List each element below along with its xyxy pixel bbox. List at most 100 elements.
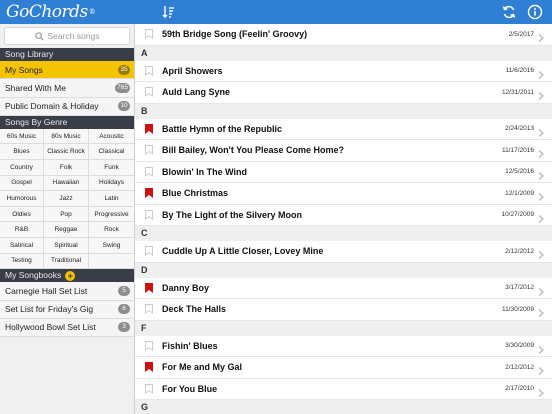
library-item[interactable]: Public Domain & Holiday 10 [0, 97, 134, 116]
library-item[interactable]: My Songs 35 [0, 61, 134, 80]
bookmark-outline-icon[interactable] [135, 383, 162, 394]
section-letter: C [135, 226, 552, 241]
song-title: Danny Boy [162, 282, 210, 293]
song-row[interactable]: Battle Hymn of the Republic 2/24/2013 [135, 119, 552, 140]
genre-cell[interactable]: Satirical [0, 238, 44, 254]
song-title: Fishin' Blues [162, 340, 218, 351]
genre-cell[interactable]: Progressive [89, 206, 134, 223]
app-logo: GoChords® [6, 2, 96, 22]
genre-cell[interactable]: Oldies [0, 206, 44, 223]
genre-cell[interactable]: 80s Music [44, 128, 89, 145]
genre-cell[interactable]: Acoustic [89, 128, 134, 145]
songbook-item[interactable]: Carnegie Hall Set List 5 [0, 282, 134, 301]
song-date: 2/12/2012 [505, 363, 534, 371]
song-row[interactable]: Bill Bailey, Won't You Please Come Home?… [135, 140, 552, 162]
song-row[interactable]: Blue Christmas 12/1/2009 [135, 183, 552, 205]
song-date: 2/12/2012 [505, 247, 534, 255]
songbook-item-label: Set List for Friday's Gig [5, 304, 94, 315]
genre-cell[interactable]: Hawaiian [44, 175, 89, 192]
bookmark-outline-icon[interactable] [135, 87, 162, 98]
genre-cell-empty [89, 253, 134, 270]
song-title: Deck The Halls [162, 304, 227, 315]
genre-cell[interactable]: Folk [44, 160, 89, 176]
library-item-label: Public Domain & Holiday [5, 101, 99, 112]
song-row[interactable]: 59th Bridge Song (Feelin' Groovy) 2/5/201… [135, 24, 552, 46]
chevron-right-icon [536, 211, 546, 223]
song-list: 59th Bridge Song (Feelin' Groovy) 2/5/201… [135, 24, 552, 414]
genre-cell[interactable]: Gospel [0, 175, 44, 192]
search-placeholder: Search songs [47, 31, 100, 41]
genre-cell[interactable]: Classic Rock [44, 144, 89, 161]
genre-cell[interactable]: Rock [89, 222, 134, 239]
song-row[interactable]: Blowin' In The Wind 12/5/2016 [135, 162, 552, 183]
songbooks-list: Carnegie Hall Set List 5 Set List for Frid… [0, 282, 134, 338]
bookmark-filled-icon[interactable] [135, 123, 162, 134]
genre-cell[interactable]: Jazz [44, 191, 89, 207]
genre-cell[interactable]: 60s Music [0, 128, 44, 145]
bookmark-filled-icon[interactable] [135, 282, 162, 293]
bookmark-outline-icon[interactable] [135, 145, 162, 156]
bookmark-outline-icon[interactable] [135, 304, 162, 315]
bookmark-outline-icon[interactable] [135, 209, 162, 220]
genre-cell[interactable]: Classical [89, 144, 134, 161]
song-date: 11/30/2009 [501, 305, 534, 313]
bookmark-outline-icon[interactable] [135, 246, 162, 257]
bookmark-outline-icon[interactable] [135, 340, 162, 351]
song-date: 12/1/2009 [505, 189, 534, 197]
genre-cell[interactable]: Latin [89, 191, 134, 207]
song-date: 11/6/2016 [505, 67, 534, 75]
bookmark-outline-icon[interactable] [135, 166, 162, 177]
songbook-item-count: 6 [118, 304, 130, 315]
info-icon[interactable] [527, 4, 543, 20]
song-date: 10/27/2009 [501, 211, 534, 219]
song-row[interactable]: By The Light of the Silvery Moon 10/27/20… [135, 205, 552, 226]
song-row[interactable]: April Showers 11/6/2016 [135, 61, 552, 82]
chevron-right-icon [536, 305, 546, 317]
search-input[interactable]: Search songs [4, 27, 130, 45]
genre-cell[interactable]: Traditional [44, 253, 89, 270]
library-item[interactable]: Shared With Me 765 [0, 79, 134, 98]
add-songbook-icon[interactable]: + [65, 270, 76, 281]
song-row[interactable]: Danny Boy 3/17/2012 [135, 278, 552, 299]
genre-cell[interactable]: Swing [89, 238, 134, 254]
genre-cell[interactable]: Blues [0, 144, 44, 161]
search-icon [34, 31, 44, 41]
song-title: 59th Bridge Song (Feelin' Groovy) [162, 29, 308, 40]
songbook-item-count: 5 [118, 285, 130, 296]
songbook-item[interactable]: Hollywood Bowl Set List 3 [0, 318, 134, 338]
search-area: Search songs [0, 24, 134, 48]
chevron-right-icon [536, 125, 546, 137]
section-letter: G [135, 400, 552, 414]
song-date: 2/5/2017 [508, 30, 534, 38]
song-row[interactable]: Deck The Halls 11/30/2009 [135, 299, 552, 321]
sidebar: Search songs Song Library My Songs 35 Shar… [0, 24, 135, 414]
genre-cell[interactable]: Funk [89, 160, 134, 176]
chevron-right-icon [536, 88, 546, 100]
songbooks-header: My Songbooks + [0, 269, 134, 283]
songbook-item[interactable]: Set List for Friday's Gig 6 [0, 300, 134, 319]
bookmark-outline-icon[interactable] [135, 29, 162, 40]
genre-cell[interactable]: Pop [44, 206, 89, 223]
song-row[interactable]: Auld Lang Syne 12/31/2011 [135, 82, 552, 104]
genre-cell[interactable]: Holidays [89, 175, 134, 192]
song-title: Auld Lang Syne [162, 87, 231, 98]
chevron-right-icon [536, 67, 546, 79]
song-row[interactable]: Fishin' Blues 3/30/2009 [135, 336, 552, 357]
song-row[interactable]: For You Blue 2/17/2010 [135, 379, 552, 400]
bookmark-filled-icon[interactable] [135, 188, 162, 199]
genre-cell[interactable]: Country [0, 160, 44, 176]
sync-icon[interactable] [501, 4, 517, 20]
genre-cell[interactable]: R&B [0, 222, 44, 239]
chevron-right-icon [536, 363, 546, 375]
song-title: April Showers [162, 65, 223, 76]
genre-cell[interactable]: Testing [0, 253, 44, 270]
song-title: For Me and My Gal [162, 362, 243, 373]
bookmark-filled-icon[interactable] [135, 362, 162, 373]
sort-icon[interactable] [161, 4, 177, 20]
genre-cell[interactable]: Humorous [0, 191, 44, 207]
song-row[interactable]: Cuddle Up A Little Closer, Lovey Mine 2/1… [135, 241, 552, 263]
bookmark-outline-icon[interactable] [135, 65, 162, 76]
song-row[interactable]: For Me and My Gal 2/12/2012 [135, 357, 552, 379]
genre-cell[interactable]: Spiritual [44, 238, 89, 254]
genre-cell[interactable]: Reggae [44, 222, 89, 239]
